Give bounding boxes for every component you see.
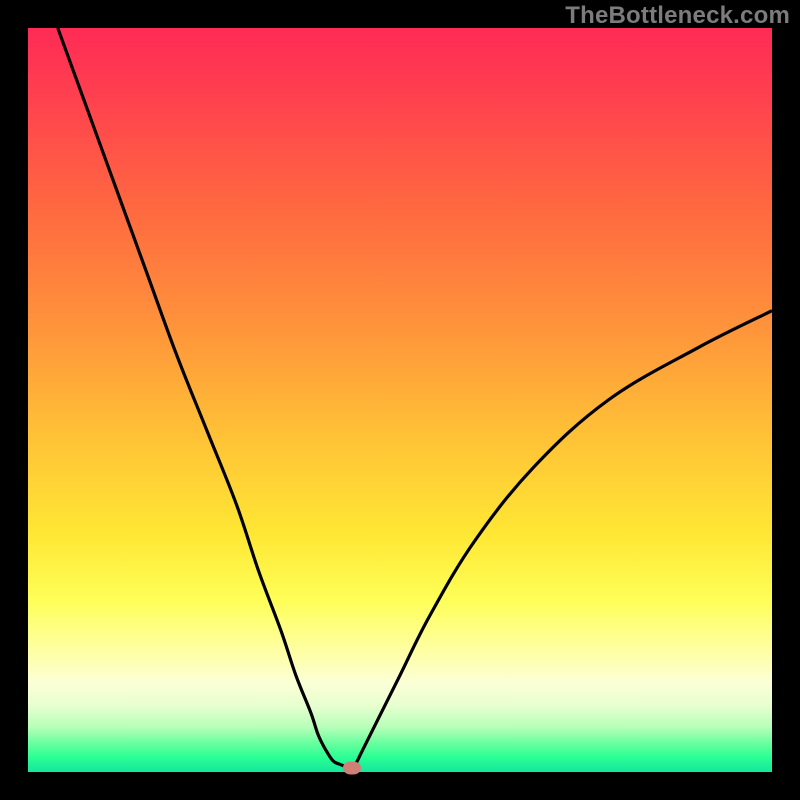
curve-svg [28,28,772,772]
plot-area [28,28,772,772]
bottleneck-curve-path [58,28,772,768]
optimum-marker [343,762,361,775]
chart-frame: TheBottleneck.com [0,0,800,800]
watermark-text: TheBottleneck.com [565,2,790,30]
